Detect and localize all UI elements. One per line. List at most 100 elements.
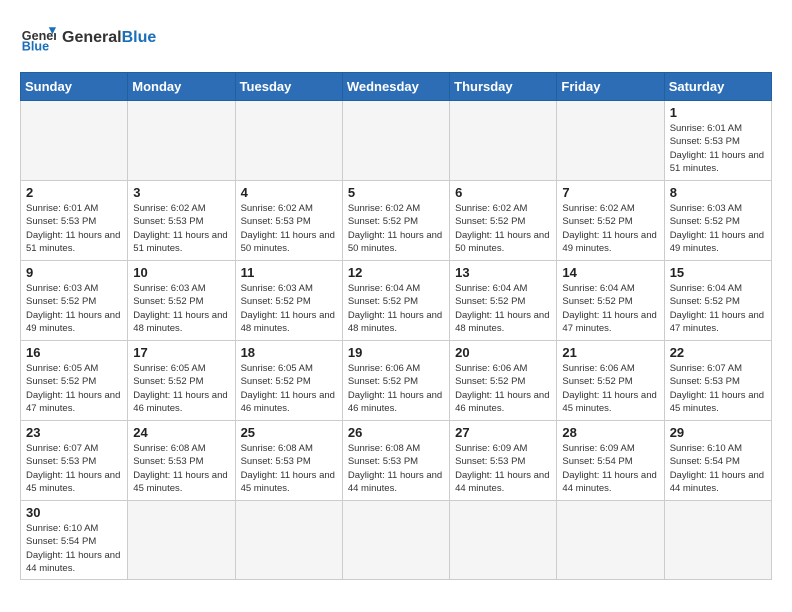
day-info: Sunrise: 6:04 AM Sunset: 5:52 PM Dayligh… [455, 282, 551, 335]
calendar-week-4: 16 Sunrise: 6:05 AM Sunset: 5:52 PM Dayli… [21, 341, 772, 421]
column-header-thursday: Thursday [450, 73, 557, 101]
calendar-week-1: 1Sunrise: 6:01 AM Sunset: 5:53 PM Daylig… [21, 101, 772, 181]
calendar-cell: 8Sunrise: 6:03 AM Sunset: 5:52 PM Daylig… [664, 181, 771, 261]
day-info: Sunrise: 6:03 AM Sunset: 5:52 PM Dayligh… [241, 282, 337, 335]
day-info: Sunrise: 6:08 AM Sunset: 5:53 PM Dayligh… [348, 442, 444, 495]
day-number: 22 [670, 345, 766, 360]
calendar-cell: 18 Sunrise: 6:05 AM Sunset: 5:52 PM Dayli… [235, 341, 342, 421]
day-info: Sunrise: 6:10 AM Sunset: 5:54 PM Dayligh… [670, 442, 766, 495]
column-header-sunday: Sunday [21, 73, 128, 101]
day-number: 18 [241, 345, 337, 360]
day-info: Sunrise: 6:07 AM Sunset: 5:53 PM Dayligh… [26, 442, 122, 495]
calendar-cell: 10 Sunrise: 6:03 AM Sunset: 5:52 PM Dayli… [128, 261, 235, 341]
day-info: Sunrise: 6:02 AM Sunset: 5:52 PM Dayligh… [562, 202, 658, 255]
column-header-monday: Monday [128, 73, 235, 101]
logo-icon: General Blue [20, 20, 56, 56]
day-info: Sunrise: 6:06 AM Sunset: 5:52 PM Dayligh… [348, 362, 444, 415]
calendar-cell: 13 Sunrise: 6:04 AM Sunset: 5:52 PM Dayli… [450, 261, 557, 341]
day-number: 2 [26, 185, 122, 200]
day-info: Sunrise: 6:08 AM Sunset: 5:53 PM Dayligh… [241, 442, 337, 495]
day-number: 25 [241, 425, 337, 440]
calendar-cell: 27 Sunrise: 6:09 AM Sunset: 5:53 PM Dayli… [450, 421, 557, 501]
day-info: Sunrise: 6:02 AM Sunset: 5:53 PM Dayligh… [133, 202, 229, 255]
day-info: Sunrise: 6:04 AM Sunset: 5:52 PM Dayligh… [562, 282, 658, 335]
column-header-tuesday: Tuesday [235, 73, 342, 101]
day-info: Sunrise: 6:01 AM Sunset: 5:53 PM Dayligh… [26, 202, 122, 255]
calendar-cell: 16 Sunrise: 6:05 AM Sunset: 5:52 PM Dayli… [21, 341, 128, 421]
day-number: 6 [455, 185, 551, 200]
calendar-week-3: 9Sunrise: 6:03 AM Sunset: 5:52 PM Daylig… [21, 261, 772, 341]
day-number: 8 [670, 185, 766, 200]
calendar-cell [235, 501, 342, 580]
day-info: Sunrise: 6:03 AM Sunset: 5:52 PM Dayligh… [133, 282, 229, 335]
day-info: Sunrise: 6:09 AM Sunset: 5:53 PM Dayligh… [455, 442, 551, 495]
logo-blue: Blue [122, 29, 157, 46]
day-info: Sunrise: 6:03 AM Sunset: 5:52 PM Dayligh… [26, 282, 122, 335]
day-number: 30 [26, 505, 122, 520]
calendar-cell: 14 Sunrise: 6:04 AM Sunset: 5:52 PM Dayli… [557, 261, 664, 341]
day-info: Sunrise: 6:04 AM Sunset: 5:52 PM Dayligh… [670, 282, 766, 335]
day-info: Sunrise: 6:05 AM Sunset: 5:52 PM Dayligh… [26, 362, 122, 415]
day-number: 26 [348, 425, 444, 440]
calendar-cell: 3Sunrise: 6:02 AM Sunset: 5:53 PM Daylig… [128, 181, 235, 261]
day-info: Sunrise: 6:07 AM Sunset: 5:53 PM Dayligh… [670, 362, 766, 415]
column-header-wednesday: Wednesday [342, 73, 449, 101]
calendar-cell [342, 101, 449, 181]
day-number: 15 [670, 265, 766, 280]
calendar-cell: 17 Sunrise: 6:05 AM Sunset: 5:52 PM Dayli… [128, 341, 235, 421]
calendar-cell: 7Sunrise: 6:02 AM Sunset: 5:52 PM Daylig… [557, 181, 664, 261]
day-number: 21 [562, 345, 658, 360]
day-info: Sunrise: 6:02 AM Sunset: 5:52 PM Dayligh… [348, 202, 444, 255]
calendar-cell: 28Sunrise: 6:09 AM Sunset: 5:54 PM Dayli… [557, 421, 664, 501]
calendar-cell: 30 Sunrise: 6:10 AM Sunset: 5:54 PM Dayli… [21, 501, 128, 580]
day-info: Sunrise: 6:02 AM Sunset: 5:52 PM Dayligh… [455, 202, 551, 255]
day-info: Sunrise: 6:05 AM Sunset: 5:52 PM Dayligh… [133, 362, 229, 415]
day-number: 29 [670, 425, 766, 440]
calendar-week-6: 30 Sunrise: 6:10 AM Sunset: 5:54 PM Dayli… [21, 501, 772, 580]
calendar-cell [557, 101, 664, 181]
day-number: 19 [348, 345, 444, 360]
calendar-cell: 22 Sunrise: 6:07 AM Sunset: 5:53 PM Dayli… [664, 341, 771, 421]
day-info: Sunrise: 6:05 AM Sunset: 5:52 PM Dayligh… [241, 362, 337, 415]
calendar-cell: 2 Sunrise: 6:01 AM Sunset: 5:53 PM Daylig… [21, 181, 128, 261]
calendar-cell [128, 101, 235, 181]
day-number: 14 [562, 265, 658, 280]
calendar-cell: 24Sunrise: 6:08 AM Sunset: 5:53 PM Dayli… [128, 421, 235, 501]
day-number: 27 [455, 425, 551, 440]
day-info: Sunrise: 6:06 AM Sunset: 5:52 PM Dayligh… [562, 362, 658, 415]
day-number: 4 [241, 185, 337, 200]
calendar-cell [664, 501, 771, 580]
calendar-cell: 5 Sunrise: 6:02 AM Sunset: 5:52 PM Daylig… [342, 181, 449, 261]
day-info: Sunrise: 6:10 AM Sunset: 5:54 PM Dayligh… [26, 522, 122, 575]
calendar-cell [557, 501, 664, 580]
calendar-cell [450, 101, 557, 181]
day-number: 17 [133, 345, 229, 360]
calendar-cell [128, 501, 235, 580]
calendar-cell: 9Sunrise: 6:03 AM Sunset: 5:52 PM Daylig… [21, 261, 128, 341]
svg-text:Blue: Blue [22, 40, 49, 54]
calendar-cell: 4Sunrise: 6:02 AM Sunset: 5:53 PM Daylig… [235, 181, 342, 261]
calendar-cell: 26 Sunrise: 6:08 AM Sunset: 5:53 PM Dayli… [342, 421, 449, 501]
day-number: 1 [670, 105, 766, 120]
calendar-cell: 23Sunrise: 6:07 AM Sunset: 5:53 PM Dayli… [21, 421, 128, 501]
calendar-cell: 12Sunrise: 6:04 AM Sunset: 5:52 PM Dayli… [342, 261, 449, 341]
calendar-table: SundayMondayTuesdayWednesdayThursdayFrid… [20, 72, 772, 580]
day-number: 28 [562, 425, 658, 440]
calendar-cell: 20Sunrise: 6:06 AM Sunset: 5:52 PM Dayli… [450, 341, 557, 421]
calendar-cell [450, 501, 557, 580]
day-number: 13 [455, 265, 551, 280]
column-header-saturday: Saturday [664, 73, 771, 101]
day-number: 16 [26, 345, 122, 360]
calendar-cell [21, 101, 128, 181]
day-info: Sunrise: 6:04 AM Sunset: 5:52 PM Dayligh… [348, 282, 444, 335]
day-number: 10 [133, 265, 229, 280]
calendar-week-2: 2 Sunrise: 6:01 AM Sunset: 5:53 PM Daylig… [21, 181, 772, 261]
page-header: General Blue GeneralBlue [20, 20, 772, 56]
day-info: Sunrise: 6:06 AM Sunset: 5:52 PM Dayligh… [455, 362, 551, 415]
calendar-header-row: SundayMondayTuesdayWednesdayThursdayFrid… [21, 73, 772, 101]
calendar-cell [235, 101, 342, 181]
day-number: 11 [241, 265, 337, 280]
calendar-week-5: 23Sunrise: 6:07 AM Sunset: 5:53 PM Dayli… [21, 421, 772, 501]
day-number: 5 [348, 185, 444, 200]
calendar-cell: 6 Sunrise: 6:02 AM Sunset: 5:52 PM Daylig… [450, 181, 557, 261]
